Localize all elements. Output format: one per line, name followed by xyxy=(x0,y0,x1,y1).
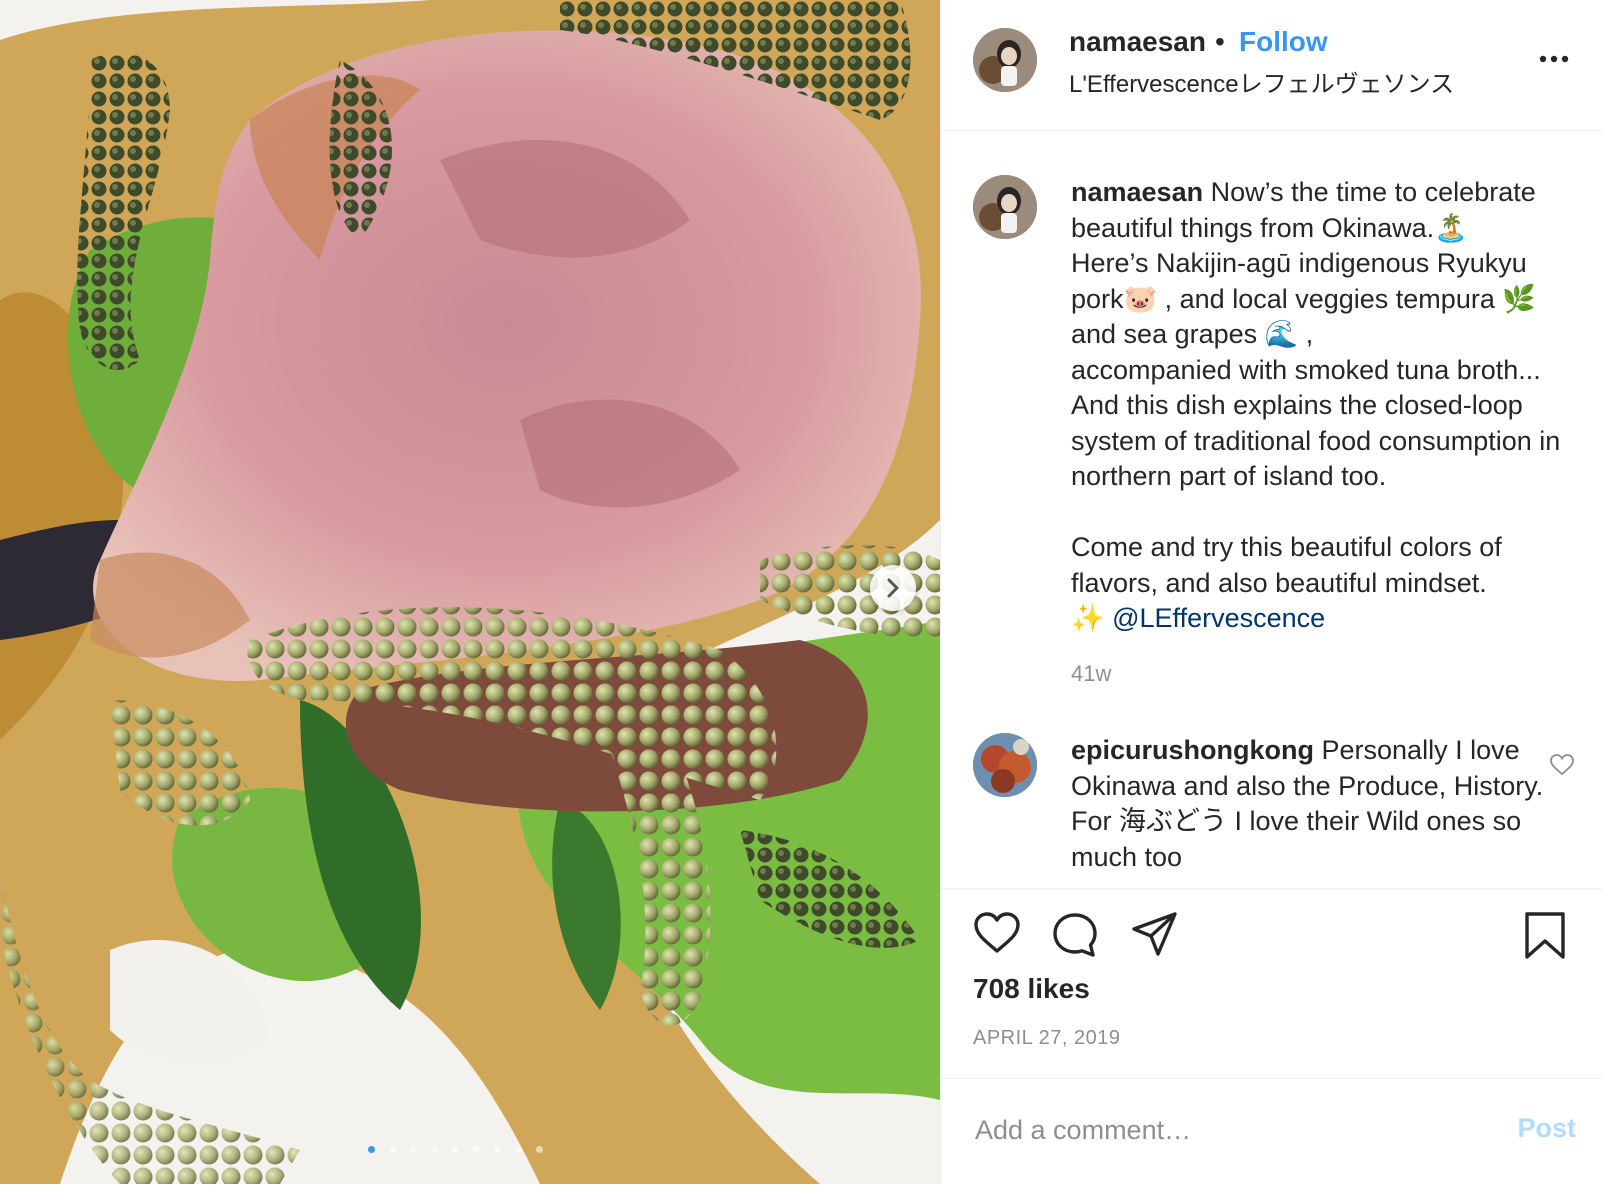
more-options-button[interactable] xyxy=(1532,44,1576,74)
carousel-dot xyxy=(431,1146,438,1153)
post-date[interactable]: APRIL 27, 2019 xyxy=(973,1027,1120,1050)
post-sidebar: namaesan • Follow L'Effervescenceレフェルヴェソ… xyxy=(940,0,1602,1184)
post-actions: 708 likes APRIL 27, 2019 xyxy=(941,888,1602,1057)
carousel-dot xyxy=(389,1146,396,1153)
carousel-next-button[interactable] xyxy=(870,565,916,611)
comment-item: epicurushongkong Personally I love Okina… xyxy=(973,733,1583,889)
bookmark-icon[interactable] xyxy=(1523,911,1567,961)
avatar[interactable] xyxy=(973,28,1037,92)
comment-like-heart-icon[interactable] xyxy=(1549,753,1575,777)
caption-username[interactable]: namaesan xyxy=(1071,177,1203,207)
post-header: namaesan • Follow L'Effervescenceレフェルヴェソ… xyxy=(941,0,1602,131)
more-icon xyxy=(1539,55,1569,63)
post-location[interactable]: L'Effervescenceレフェルヴェソンス xyxy=(1069,64,1454,99)
like-count[interactable]: 708 likes xyxy=(973,973,1090,1005)
carousel-dot xyxy=(536,1146,543,1153)
avatar[interactable] xyxy=(973,175,1037,239)
follow-button[interactable]: Follow xyxy=(1239,26,1328,58)
avatar-image xyxy=(973,175,1037,239)
comment-username[interactable]: epicurushongkong xyxy=(1071,735,1314,765)
carousel-dot xyxy=(368,1146,375,1153)
avatar-image xyxy=(973,733,1037,797)
carousel-dot xyxy=(473,1146,480,1153)
post-modal: namaesan • Follow L'Effervescenceレフェルヴェソ… xyxy=(0,0,1602,1184)
add-comment-bar: Post xyxy=(941,1078,1602,1185)
carousel-indicator xyxy=(368,1146,543,1153)
carousel-dot xyxy=(410,1146,417,1153)
post-author-username[interactable]: namaesan xyxy=(1069,26,1206,58)
carousel-dot xyxy=(452,1146,459,1153)
food-photo xyxy=(0,0,940,1184)
chevron-right-icon xyxy=(887,578,899,598)
comments-list[interactable]: namaesan Now’s the time to celebrate bea… xyxy=(941,131,1602,889)
carousel-dot xyxy=(515,1146,522,1153)
caption-text: namaesan Now’s the time to celebrate bea… xyxy=(1071,175,1583,637)
like-heart-icon[interactable] xyxy=(973,911,1021,955)
caption-body: Now’s the time to celebrate beautiful th… xyxy=(1071,177,1561,633)
caption-comment: namaesan Now’s the time to celebrate bea… xyxy=(973,175,1583,695)
carousel-dot xyxy=(494,1146,501,1153)
add-comment-input[interactable] xyxy=(973,1099,1457,1161)
avatar-image xyxy=(973,28,1037,92)
header-separator: • xyxy=(1215,26,1225,57)
post-comment-button[interactable]: Post xyxy=(1517,1113,1576,1144)
comment-icon[interactable] xyxy=(1051,911,1099,959)
comment-text: epicurushongkong Personally I love Okina… xyxy=(1071,733,1583,875)
avatar[interactable] xyxy=(973,733,1037,797)
caption-timestamp[interactable]: 41w xyxy=(1071,661,1111,687)
caption-mention-link[interactable]: @LEffervescence xyxy=(1112,603,1325,633)
share-icon[interactable] xyxy=(1131,911,1179,957)
post-image[interactable] xyxy=(0,0,940,1184)
